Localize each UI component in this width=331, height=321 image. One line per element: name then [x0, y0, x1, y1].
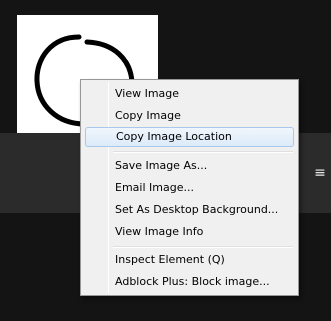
menu-item-set-as-desktop-background[interactable]: Set As Desktop Background...	[85, 200, 294, 220]
menu-separator	[113, 151, 293, 153]
menu-item-copy-image-location[interactable]: Copy Image Location	[85, 127, 294, 147]
menu-item-label: View Image Info	[115, 225, 204, 238]
browser-page: ≡ View Image Copy Image Copy Image Locat…	[0, 0, 331, 321]
menu-item-inspect-element[interactable]: Inspect Element (Q)	[85, 250, 294, 270]
menu-item-label: Save Image As...	[115, 159, 208, 172]
menu-item-label: Adblock Plus: Block image...	[115, 275, 270, 288]
menu-item-email-image[interactable]: Email Image...	[85, 178, 294, 198]
menu-item-label: Set As Desktop Background...	[115, 203, 279, 216]
menu-item-label: Copy Image Location	[116, 130, 232, 143]
menu-item-view-image[interactable]: View Image	[85, 84, 294, 104]
menu-item-adblock-block-image[interactable]: Adblock Plus: Block image...	[85, 272, 294, 292]
menu-item-label: Copy Image	[115, 109, 181, 122]
menu-item-save-image-as[interactable]: Save Image As...	[85, 156, 294, 176]
menu-item-view-image-info[interactable]: View Image Info	[85, 222, 294, 242]
menu-item-label: Inspect Element (Q)	[115, 253, 225, 266]
hamburger-menu-icon[interactable]: ≡	[311, 164, 329, 182]
menu-separator	[113, 246, 293, 248]
context-menu: View Image Copy Image Copy Image Locatio…	[80, 79, 299, 296]
menu-item-label: Email Image...	[115, 181, 194, 194]
page-top-area	[0, 0, 331, 15]
menu-item-copy-image[interactable]: Copy Image	[85, 106, 294, 126]
menu-item-label: View Image	[115, 87, 180, 100]
